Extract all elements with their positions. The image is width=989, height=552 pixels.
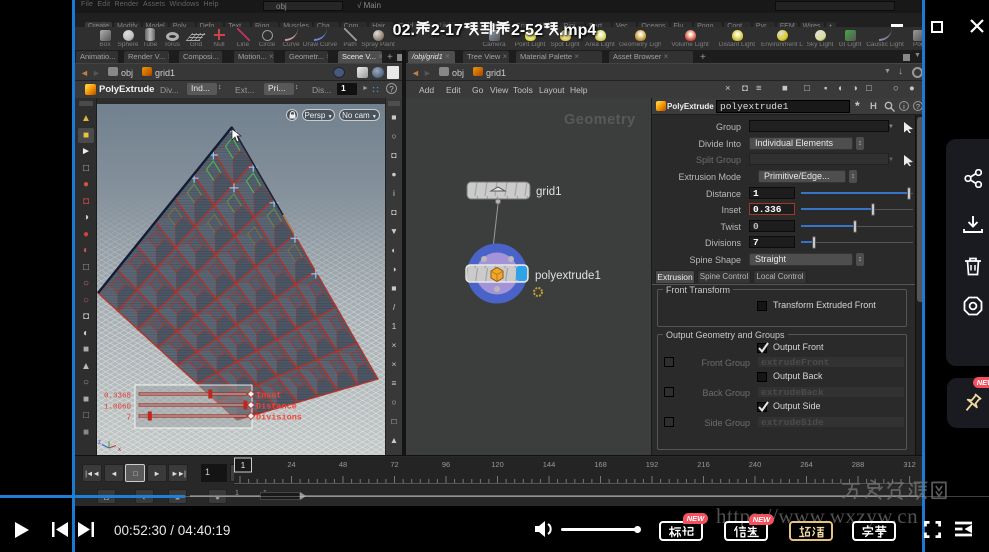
svg-text:48: 48	[339, 460, 347, 469]
svg-text:Divisions: Divisions	[256, 413, 302, 423]
svg-text:1.0060: 1.0060	[104, 404, 132, 412]
svg-text:1: 1	[241, 461, 246, 470]
svg-text:x: x	[118, 447, 121, 453]
svg-text:312: 312	[903, 460, 916, 469]
svg-text:216: 216	[697, 460, 710, 469]
svg-text:72: 72	[390, 460, 398, 469]
svg-text:grid1: grid1	[536, 186, 562, 198]
svg-text:Distance: Distance	[256, 402, 297, 412]
svg-text:192: 192	[646, 460, 659, 469]
svg-text:polyextrude1: polyextrude1	[535, 270, 601, 282]
svg-text:240: 240	[749, 460, 762, 469]
svg-text:168: 168	[594, 460, 607, 469]
svg-text:7: 7	[126, 415, 131, 423]
svg-text:120: 120	[491, 460, 504, 469]
svg-text:24: 24	[287, 460, 295, 469]
svg-text:96: 96	[442, 460, 450, 469]
svg-text:Inset: Inset	[256, 391, 282, 401]
svg-text:264: 264	[800, 460, 813, 469]
svg-text:288: 288	[852, 460, 865, 469]
svg-text:z: z	[98, 440, 101, 446]
svg-text:144: 144	[543, 460, 556, 469]
svg-text:0.3368: 0.3368	[104, 393, 131, 401]
